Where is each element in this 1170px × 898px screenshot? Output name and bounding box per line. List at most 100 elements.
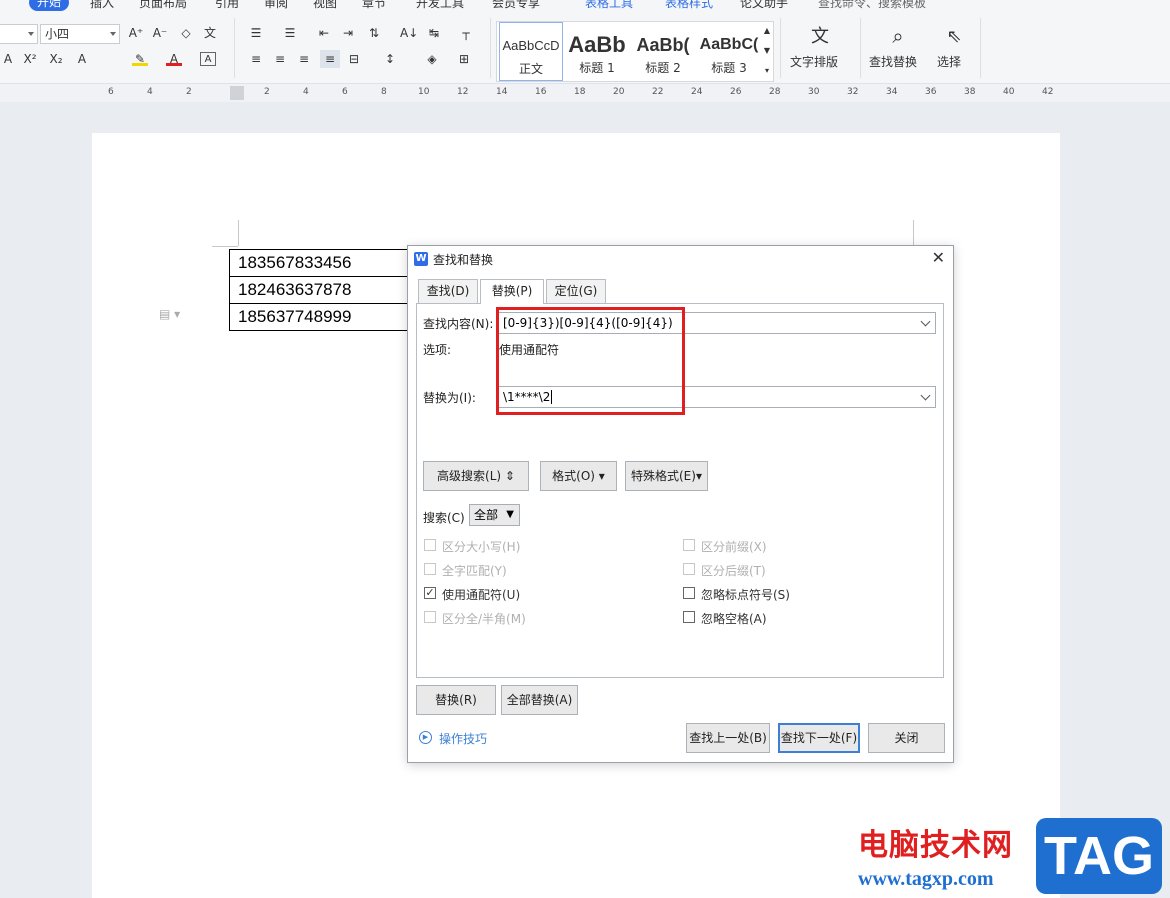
- line-spacing-icon[interactable]: ↕: [382, 52, 398, 66]
- tab-chapter[interactable]: 章节: [362, 0, 386, 11]
- shading-icon[interactable]: ◈: [424, 52, 440, 66]
- command-search[interactable]: 查找命令、搜索模板: [818, 0, 926, 11]
- tab-stop-icon[interactable]: ┬: [458, 26, 474, 40]
- increase-indent-icon[interactable]: ⇥: [340, 26, 356, 40]
- number-list-icon[interactable]: ☰: [282, 26, 298, 40]
- clear-format-icon[interactable]: ◇: [178, 26, 194, 40]
- strikethrough-icon[interactable]: A: [0, 52, 16, 66]
- select-cursor-icon[interactable]: ⇖: [944, 26, 964, 48]
- font-size-select[interactable]: 小四: [40, 24, 120, 44]
- chevron-down-icon[interactable]: [920, 316, 931, 327]
- search-icon[interactable]: ⌕: [886, 24, 910, 48]
- font-color-icon[interactable]: A: [166, 52, 182, 66]
- find-replace-button[interactable]: 查找替换: [869, 54, 917, 70]
- text-effect-icon[interactable]: A: [74, 52, 90, 66]
- ruler-label: 6: [342, 87, 348, 97]
- find-next-button[interactable]: 查找下一处(F): [778, 723, 860, 753]
- tab-member[interactable]: 会员专享: [492, 0, 540, 11]
- replace-button[interactable]: 替换(R): [416, 685, 496, 715]
- subscript-icon[interactable]: X₂: [48, 52, 64, 66]
- tab-find[interactable]: 查找(D): [418, 279, 478, 303]
- select-button[interactable]: 选择: [937, 54, 961, 70]
- table-row: 183567833456: [229, 249, 410, 277]
- gallery-scroll-up-icon[interactable]: ▲: [761, 24, 773, 38]
- highlight-annotation-box: [496, 307, 685, 415]
- align-left-icon[interactable]: ≡: [248, 52, 264, 66]
- match-case-checkbox[interactable]: [424, 539, 436, 551]
- ruler-label: 32: [847, 87, 859, 97]
- close-icon[interactable]: ✕: [932, 249, 945, 267]
- tab-table-tools[interactable]: 表格工具: [585, 0, 633, 11]
- options-label: 选项:: [423, 343, 452, 357]
- ruler-label: 38: [964, 87, 976, 97]
- tips-link[interactable]: 操作技巧: [439, 730, 487, 747]
- tab-developer[interactable]: 开发工具: [416, 0, 464, 11]
- document-icon[interactable]: ▤ ▾: [159, 307, 180, 321]
- tab-references[interactable]: 引用: [215, 0, 239, 11]
- format-button[interactable]: 格式(O) ▾: [540, 461, 617, 491]
- tab-review[interactable]: 审阅: [264, 0, 288, 11]
- special-format-button[interactable]: 特殊格式(E)▾: [625, 461, 708, 491]
- close-button[interactable]: 关闭: [868, 723, 945, 753]
- table-row: 185637748999: [229, 303, 410, 331]
- para-spacing-icon[interactable]: ↹: [426, 26, 442, 40]
- ignore-space-checkbox[interactable]: [683, 611, 695, 623]
- whole-word-checkbox[interactable]: [424, 563, 436, 575]
- tab-replace[interactable]: 替换(P): [480, 279, 544, 304]
- ruler-label: 42: [1042, 87, 1054, 97]
- ruler-label: 10: [418, 87, 430, 97]
- use-wildcards-checkbox[interactable]: ✓: [424, 587, 436, 599]
- grow-font-icon[interactable]: A⁺: [128, 26, 144, 40]
- font-name-select[interactable]: [0, 24, 38, 44]
- whole-word-label: 全字匹配(Y): [442, 564, 507, 578]
- tab-paper-assistant[interactable]: 论文助手: [740, 0, 788, 11]
- style-normal[interactable]: AaBbCcD 正文: [499, 22, 563, 81]
- text-layout-icon[interactable]: 文: [808, 26, 832, 48]
- style-heading-1[interactable]: AaBb 标题 1: [565, 22, 629, 81]
- gallery-expand-icon[interactable]: ▾: [761, 64, 773, 78]
- tab-goto[interactable]: 定位(G): [546, 279, 606, 303]
- decrease-indent-icon[interactable]: ⇤: [316, 26, 332, 40]
- tab-table-style[interactable]: 表格样式: [665, 0, 713, 11]
- phonetic-icon[interactable]: 文: [202, 26, 218, 40]
- tab-home[interactable]: 开始: [29, 0, 70, 11]
- superscript-icon[interactable]: X²: [22, 52, 38, 66]
- advanced-search-button[interactable]: 高级搜索(L) ⇕: [423, 461, 529, 491]
- use-wildcards-label: 使用通配符(U): [442, 588, 521, 602]
- distribute-icon[interactable]: ⊟: [346, 52, 362, 66]
- table-cell[interactable]: 182463637878: [229, 276, 410, 304]
- sort-icon[interactable]: ⇅: [366, 26, 382, 40]
- ignore-punctuation-checkbox[interactable]: [683, 587, 695, 599]
- tab-insert[interactable]: 插入: [90, 0, 114, 11]
- char-border-icon[interactable]: A: [200, 52, 216, 66]
- match-prefix-checkbox[interactable]: [683, 539, 695, 551]
- dialog-titlebar[interactable]: W 查找和替换 ✕: [408, 246, 953, 272]
- match-suffix-checkbox[interactable]: [683, 563, 695, 575]
- find-previous-button[interactable]: 查找上一处(B): [686, 723, 770, 753]
- match-width-checkbox[interactable]: [424, 611, 436, 623]
- tab-page-layout[interactable]: 页面布局: [139, 0, 187, 11]
- search-scope-select[interactable]: 全部 ▼: [469, 504, 520, 526]
- borders-icon[interactable]: ⊞: [456, 52, 472, 66]
- text-layout-button[interactable]: 文字排版: [790, 54, 838, 70]
- shrink-font-icon[interactable]: A⁻: [152, 26, 168, 40]
- chevron-down-icon[interactable]: [920, 390, 931, 401]
- align-center-icon[interactable]: ≡: [272, 52, 288, 66]
- style-heading-2[interactable]: AaBb( 标题 2: [631, 22, 695, 81]
- table-cell[interactable]: 183567833456: [229, 249, 410, 277]
- tab-view[interactable]: 视图: [313, 0, 337, 11]
- highlight-icon[interactable]: ✎: [132, 52, 148, 66]
- align-right-icon[interactable]: ≡: [296, 52, 312, 66]
- table-cell[interactable]: 185637748999: [229, 303, 410, 331]
- ruler-indent-marker[interactable]: [230, 86, 244, 100]
- text-direction-icon[interactable]: A↓: [400, 26, 418, 40]
- style-heading-3[interactable]: AaBbC( 标题 3: [697, 22, 761, 81]
- gallery-scroll-down-icon[interactable]: ▼: [761, 44, 773, 58]
- ruler-label: 4: [147, 87, 153, 97]
- ruler-label: 36: [925, 87, 937, 97]
- replace-all-button[interactable]: 全部替换(A): [501, 685, 578, 715]
- ruler-label: 34: [886, 87, 898, 97]
- align-justify-icon[interactable]: ≡: [320, 50, 340, 68]
- horizontal-ruler[interactable]: 6 4 2 2 4 6 8 10 12 14 16 18 20 22 24 26…: [0, 84, 1170, 102]
- bullet-list-icon[interactable]: ☰: [248, 26, 264, 40]
